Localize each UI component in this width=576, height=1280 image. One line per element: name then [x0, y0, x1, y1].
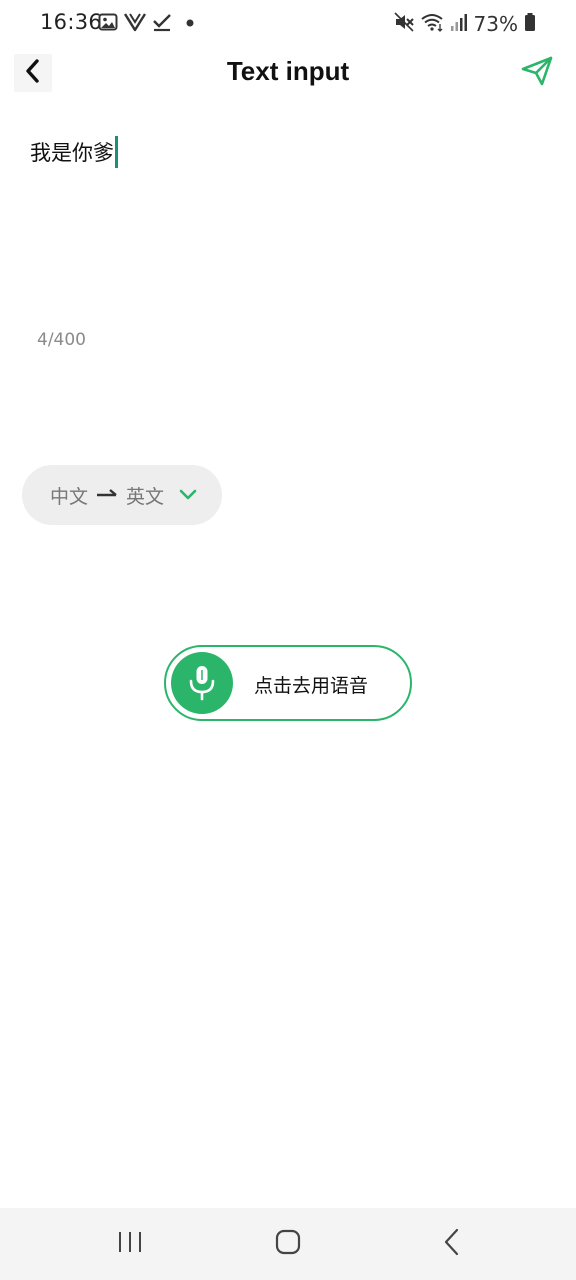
- input-text[interactable]: 我是你爹: [30, 137, 114, 167]
- gallery-icon: [98, 12, 118, 36]
- status-bar: 16:36 73%: [0, 0, 576, 48]
- battery-percent: 73%: [473, 12, 518, 36]
- app-bar: Text input: [0, 48, 576, 100]
- status-right: 73%: [393, 10, 536, 38]
- dot-icon: [178, 12, 198, 36]
- voice-input-button[interactable]: 点击去用语音: [164, 645, 412, 721]
- wifi-icon: [420, 12, 444, 36]
- arrow-right-icon: [96, 488, 118, 502]
- status-time: 16:36: [40, 10, 103, 34]
- recents-icon: [117, 1230, 143, 1258]
- home-icon: [275, 1229, 301, 1259]
- check-download-icon: [152, 12, 172, 36]
- target-language: 英文: [126, 485, 165, 508]
- source-language: 中文: [50, 485, 89, 508]
- send-button[interactable]: [518, 54, 556, 92]
- text-caret: [115, 136, 118, 168]
- status-left-icons: [98, 12, 198, 36]
- char-counter: 4/400: [37, 330, 86, 350]
- battery-icon: [524, 12, 536, 36]
- recents-button[interactable]: [110, 1226, 150, 1262]
- microphone-icon: [171, 652, 233, 714]
- nav-back-button[interactable]: [432, 1226, 472, 1262]
- mute-icon: [393, 12, 414, 36]
- home-button[interactable]: [268, 1226, 308, 1262]
- system-nav-bar: [0, 1208, 576, 1280]
- page-title: Text input: [226, 56, 350, 86]
- screen: 16:36 73% Text input 我是你爹 4/400 中文 英文 点击…: [0, 0, 576, 1280]
- vpn-v-icon: [123, 12, 147, 36]
- language-selector[interactable]: 中文 英文: [22, 465, 222, 525]
- chevron-down-icon: [178, 488, 198, 502]
- text-input-area[interactable]: 我是你爹: [30, 136, 546, 316]
- paper-plane-icon: [521, 56, 553, 90]
- voice-button-label: 点击去用语音: [254, 675, 369, 697]
- back-icon: [443, 1228, 461, 1260]
- signal-icon: [450, 12, 468, 36]
